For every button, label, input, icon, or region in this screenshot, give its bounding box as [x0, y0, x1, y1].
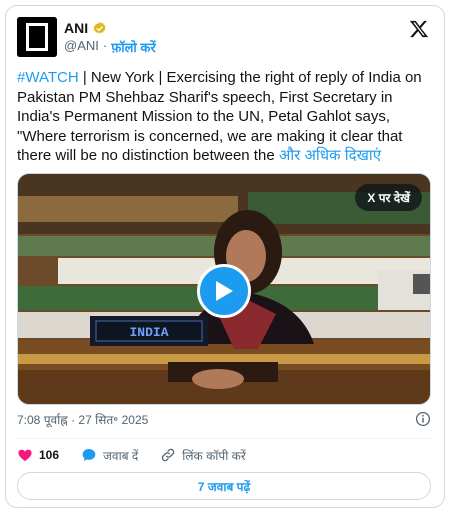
verified-badge-icon — [93, 21, 106, 34]
nameplate-text: INDIA — [129, 325, 168, 340]
tweet-text: #WATCH | New York | Exercising the right… — [17, 68, 437, 166]
reply-label: जवाब दें — [103, 448, 139, 463]
like-count: 106 — [39, 448, 60, 462]
heart-icon — [18, 449, 32, 461]
show-more-link[interactable]: और अधिक दिखाएं — [279, 147, 381, 164]
copy-link-label: लिंक कॉपी करें — [182, 448, 246, 463]
handle-row: @ANI · फ़ॉलो करें — [64, 38, 156, 56]
watch-on-x-button[interactable]: X पर देखें — [355, 184, 422, 211]
separator-dot: · — [102, 38, 108, 53]
like-button[interactable]: 106 — [17, 447, 59, 463]
link-icon — [162, 448, 175, 462]
ani-avatar[interactable] — [17, 17, 57, 57]
play-icon — [216, 281, 233, 301]
video-player[interactable]: INDIA X पर देखें — [17, 173, 431, 405]
reply-button[interactable]: जवाब दें — [81, 447, 138, 464]
divider — [17, 438, 433, 439]
info-icon[interactable] — [415, 411, 431, 427]
follow-button[interactable]: फ़ॉलो करें — [111, 38, 155, 56]
reply-icon — [82, 449, 96, 461]
account-name[interactable]: ANI — [64, 20, 88, 36]
tweet-card: ANI @ANI · फ़ॉलो करें #WATCH | New York … — [5, 5, 445, 508]
x-logo-icon[interactable] — [409, 19, 429, 39]
account-handle[interactable]: @ANI — [64, 38, 99, 56]
read-replies-button[interactable]: 7 जवाब पढ़ें — [17, 472, 431, 500]
timestamp[interactable]: 7:08 पूर्वाह्न · 27 सित॰ 2025 — [17, 411, 148, 428]
hashtag-link[interactable]: #WATCH — [17, 69, 79, 86]
copy-link-button[interactable]: लिंक कॉपी करें — [160, 447, 246, 464]
play-button[interactable] — [197, 264, 251, 318]
action-bar: 106 जवाब दें लिंक कॉपी करें — [17, 445, 268, 465]
account-name-row: ANI — [64, 19, 107, 37]
